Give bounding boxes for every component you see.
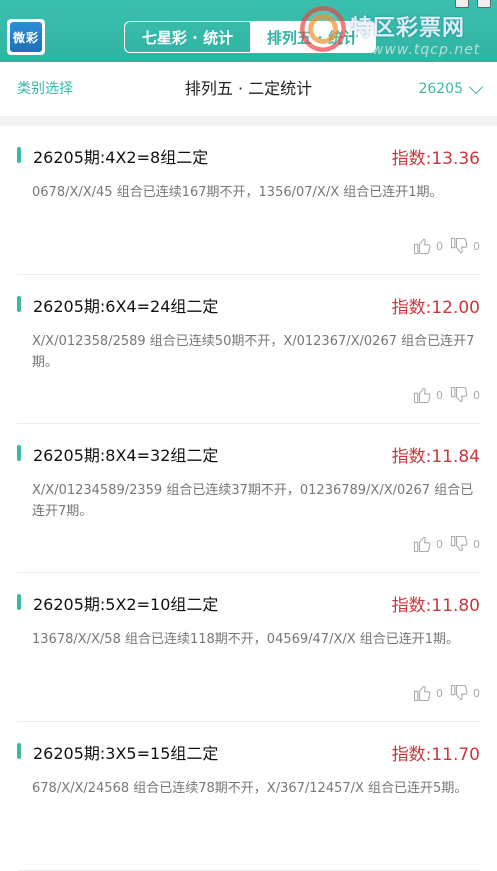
section-divider	[0, 116, 497, 126]
item-actions: 0 0	[412, 236, 480, 256]
thumbs-up-icon	[413, 536, 431, 553]
status-icons	[455, 0, 491, 8]
app-logo[interactable]: 微彩	[7, 19, 45, 55]
like-button[interactable]: 0	[412, 236, 443, 256]
accent-bar	[17, 147, 21, 163]
issue-select[interactable]: 26205	[418, 62, 484, 116]
thumbs-up-icon	[413, 238, 431, 255]
item-description: 13678/X/X/58 组合已连续118期不开，04569/47/X/X 组合…	[32, 632, 460, 647]
list-item[interactable]: 26205期:6X4=24组二定 指数:12.00 X/X/012358/258…	[17, 275, 480, 424]
issue-number: 26205	[418, 81, 463, 97]
accent-bar	[17, 594, 21, 610]
like-count: 0	[436, 537, 443, 551]
item-description: 678/X/X/24568 组合已连续78期不开，X/367/12457/X 组…	[32, 781, 468, 796]
filter-bar: 类别选择 排列五 · 二定统计 26205	[0, 62, 497, 116]
item-title: 26205期:3X5=15组二定	[33, 744, 219, 763]
status-icon	[455, 0, 469, 8]
thumbs-down-icon	[450, 386, 468, 403]
item-actions: 0 0	[412, 534, 480, 554]
dislike-count: 0	[473, 537, 480, 551]
like-button[interactable]: 0	[412, 385, 443, 405]
dislike-count: 0	[473, 686, 480, 700]
chevron-down-icon	[468, 79, 484, 94]
status-icon	[477, 0, 491, 8]
list-item[interactable]: 26205期:8X4=32组二定 指数:11.84 X/X/01234589/2…	[17, 424, 480, 573]
accent-bar	[17, 445, 21, 461]
thumbs-down-icon	[450, 535, 468, 552]
item-actions: 0 0	[412, 683, 480, 703]
thumbs-down-icon	[450, 237, 468, 254]
accent-bar	[17, 743, 21, 759]
like-count: 0	[436, 239, 443, 253]
tab-qixingcai[interactable]: 七星彩 · 统计	[125, 22, 250, 52]
like-button[interactable]: 0	[412, 534, 443, 554]
accent-bar	[17, 296, 21, 312]
watermark-logo-icon	[300, 6, 346, 52]
item-description: X/X/01234589/2359 组合已连续37期不开，01236789/X/…	[32, 483, 474, 519]
list-item[interactable]: 26205期:5X2=10组二定 指数:11.80 13678/X/X/58 组…	[17, 573, 480, 722]
thumbs-up-icon	[413, 685, 431, 702]
like-count: 0	[436, 686, 443, 700]
item-index: 指数:13.36	[391, 149, 480, 169]
dislike-button[interactable]: 0	[449, 236, 480, 256]
item-index: 指数:11.80	[391, 596, 480, 616]
item-title: 26205期:4X2=8组二定	[33, 148, 209, 167]
stats-list: 26205期:4X2=8组二定 指数:13.36 0678/X/X/45 组合已…	[0, 126, 497, 871]
thumbs-down-icon	[450, 684, 468, 701]
list-item[interactable]: 26205期:4X2=8组二定 指数:13.36 0678/X/X/45 组合已…	[17, 126, 480, 275]
dislike-count: 0	[473, 239, 480, 253]
thumbs-up-icon	[413, 387, 431, 404]
item-title: 26205期:5X2=10组二定	[33, 595, 219, 614]
list-item[interactable]: 26205期:3X5=15组二定 指数:11.70 678/X/X/24568 …	[17, 722, 480, 871]
item-index: 指数:11.70	[391, 745, 480, 765]
item-title: 26205期:8X4=32组二定	[33, 446, 219, 465]
app-header: 微彩 七星彩 · 统计 排列五 · 统计 特区彩票网 www.tqcp.net	[0, 0, 497, 62]
watermark-text: 特区彩票网	[350, 16, 466, 41]
dislike-button[interactable]: 0	[449, 534, 480, 554]
item-index: 指数:11.84	[391, 447, 480, 467]
item-description: X/X/012358/2589 组合已连续50期不开，X/012367/X/02…	[32, 334, 475, 370]
item-description: 0678/X/X/45 组合已连续167期不开，1356/07/X/X 组合已连…	[32, 185, 443, 200]
app-logo-text: 微彩	[10, 22, 42, 52]
dislike-count: 0	[473, 388, 480, 402]
item-title: 26205期:6X4=24组二定	[33, 297, 219, 316]
dislike-button[interactable]: 0	[449, 683, 480, 703]
item-actions: 0 0	[412, 385, 480, 405]
watermark-url: www.tqcp.net	[372, 42, 481, 58]
item-index: 指数:12.00	[391, 298, 480, 318]
like-count: 0	[436, 388, 443, 402]
dislike-button[interactable]: 0	[449, 385, 480, 405]
like-button[interactable]: 0	[412, 683, 443, 703]
